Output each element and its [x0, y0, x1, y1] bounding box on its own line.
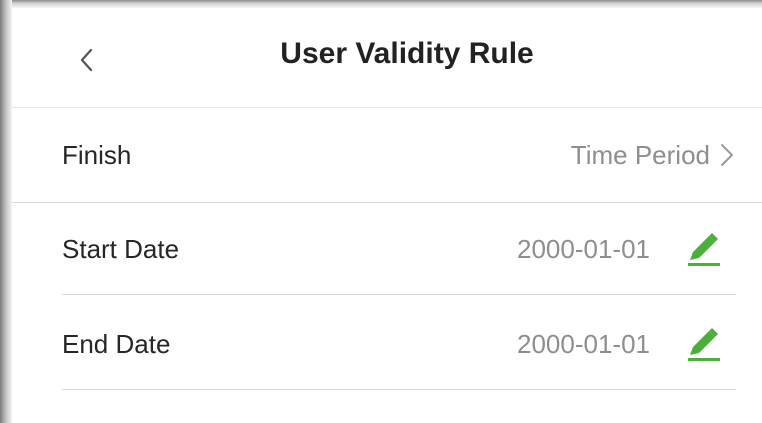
pencil-icon: [688, 328, 720, 361]
end-date-edit-button[interactable]: [684, 325, 724, 365]
app-window: User Validity Rule Finish Time Period St…: [0, 0, 762, 423]
finish-label: Finish: [62, 140, 132, 170]
end-date-row: End Date 2000-01-01: [12, 297, 762, 391]
start-date-value: 2000-01-01: [517, 234, 650, 264]
start-date-edit-button[interactable]: [684, 230, 724, 270]
chevron-right-icon: [721, 144, 733, 166]
end-date-label: End Date: [62, 329, 171, 359]
screen: User Validity Rule Finish Time Period St…: [12, 8, 762, 423]
page-title: User Validity Rule: [280, 37, 534, 70]
finish-row[interactable]: Finish Time Period: [12, 108, 762, 203]
end-date-value: 2000-01-01: [517, 329, 650, 359]
finish-value: Time Period: [570, 140, 710, 170]
start-date-label: Start Date: [62, 234, 180, 264]
pencil-icon: [688, 233, 720, 266]
header-bar: User Validity Rule: [12, 8, 762, 108]
divider: [62, 389, 736, 390]
divider: [62, 294, 736, 295]
device-edge-left: [0, 0, 12, 423]
start-date-row: Start Date 2000-01-01: [12, 202, 762, 296]
